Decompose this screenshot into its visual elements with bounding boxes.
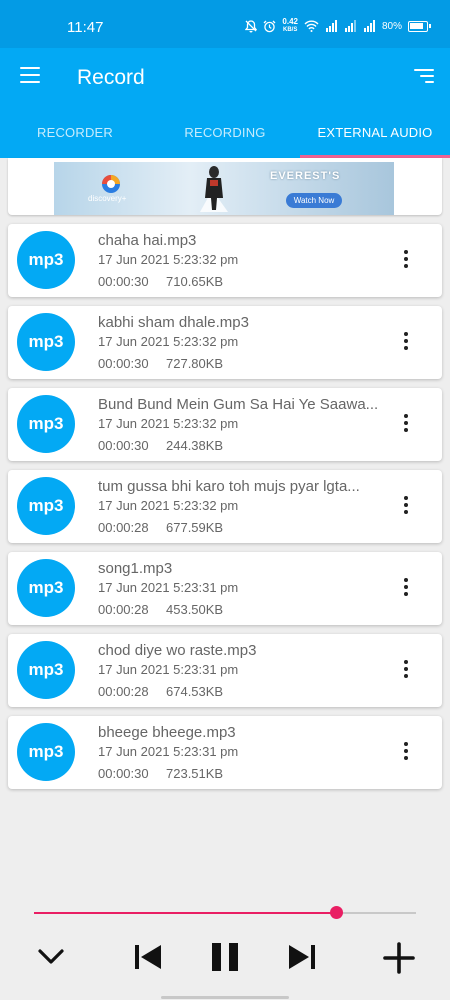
volte-signal-icon xyxy=(325,20,337,32)
ad-banner[interactable]: discovery+ EVEREST'S Watch Now xyxy=(54,162,394,215)
file-size: 453.50KB xyxy=(166,602,224,617)
skip-next-icon[interactable] xyxy=(287,943,317,971)
ad-headline: EVEREST'S xyxy=(270,170,341,182)
file-size: 727.80KB xyxy=(166,356,224,371)
app-bar: Record xyxy=(0,48,450,106)
list-item[interactable]: mp3 kabhi sham dhale.mp3 17 Jun 2021 5:2… xyxy=(8,306,442,379)
mp3-badge: mp3 xyxy=(17,723,75,781)
tab-recording[interactable]: RECORDING xyxy=(150,106,300,158)
climber-image xyxy=(200,166,228,212)
battery-icon xyxy=(408,20,431,32)
battery-percent: 80% xyxy=(381,20,402,32)
discovery-logo-icon xyxy=(102,175,120,193)
more-vert-icon[interactable] xyxy=(404,660,408,678)
list-item[interactable]: mp3 Bund Bund Mein Gum Sa Hai Ye Saawa..… xyxy=(8,388,442,461)
file-date: 17 Jun 2021 5:23:32 pm xyxy=(98,334,239,349)
network-speed-value: 0.42 xyxy=(282,17,298,26)
mp3-badge: mp3 xyxy=(17,559,75,617)
status-bar: 11:47 0.42 KB/S 80% xyxy=(0,0,450,48)
file-size: 677.59KB xyxy=(166,520,224,535)
mute-notification-icon xyxy=(245,19,258,32)
signal-icon xyxy=(344,20,356,32)
plus-icon[interactable] xyxy=(383,942,415,974)
more-vert-icon[interactable] xyxy=(404,496,408,514)
more-vert-icon[interactable] xyxy=(404,742,408,760)
tab-bar: RECORDER RECORDING EXTERNAL AUDIO xyxy=(0,106,450,158)
file-date: 17 Jun 2021 5:23:32 pm xyxy=(98,498,239,513)
audio-player xyxy=(0,890,450,1000)
file-duration: 00:00:28 xyxy=(98,602,149,617)
file-name: kabhi sham dhale.mp3 xyxy=(98,314,249,331)
file-duration: 00:00:30 xyxy=(98,438,149,453)
list-item[interactable]: mp3 tum gussa bhi karo toh mujs pyar lgt… xyxy=(8,470,442,543)
seek-bar[interactable] xyxy=(34,906,416,919)
file-date: 17 Jun 2021 5:23:31 pm xyxy=(98,580,239,595)
file-name: song1.mp3 xyxy=(98,560,173,577)
file-name: tum gussa bhi karo toh mujs pyar lgta... xyxy=(98,478,360,495)
file-duration: 00:00:30 xyxy=(98,356,149,371)
list-item[interactable]: mp3 bheege bheege.mp3 17 Jun 2021 5:23:3… xyxy=(8,716,442,789)
file-name: Bund Bund Mein Gum Sa Hai Ye Saawa... xyxy=(98,396,379,413)
file-name: bheege bheege.mp3 xyxy=(98,724,236,741)
page-title: Record xyxy=(77,66,145,89)
sort-icon[interactable] xyxy=(414,69,434,83)
status-icons: 0.42 KB/S 80% xyxy=(245,18,431,34)
more-vert-icon[interactable] xyxy=(404,414,408,432)
file-date: 17 Jun 2021 5:23:31 pm xyxy=(98,744,239,759)
ad-watch-now-button[interactable]: Watch Now xyxy=(286,193,342,208)
mp3-badge: mp3 xyxy=(17,641,75,699)
list-item[interactable]: mp3 chod diye wo raste.mp3 17 Jun 2021 5… xyxy=(8,634,442,707)
file-date: 17 Jun 2021 5:23:32 pm xyxy=(98,416,239,431)
seek-bar-progress xyxy=(34,912,336,914)
file-duration: 00:00:28 xyxy=(98,520,149,535)
mp3-badge: mp3 xyxy=(17,477,75,535)
alarm-icon xyxy=(263,20,276,32)
mp3-badge: mp3 xyxy=(17,313,75,371)
recording-list: mp3 chaha hai.mp3 17 Jun 2021 5:23:32 pm… xyxy=(8,224,442,798)
status-time: 11:47 xyxy=(67,19,104,36)
mp3-badge: mp3 xyxy=(17,231,75,289)
network-speed-unit: KB/S xyxy=(283,27,298,33)
more-vert-icon[interactable] xyxy=(404,578,408,596)
file-size: 244.38KB xyxy=(166,438,224,453)
list-item[interactable]: mp3 chaha hai.mp3 17 Jun 2021 5:23:32 pm… xyxy=(8,224,442,297)
pause-icon[interactable] xyxy=(210,941,240,973)
file-name: chod diye wo raste.mp3 xyxy=(98,642,257,659)
seek-bar-thumb[interactable] xyxy=(329,906,343,919)
signal-icon-2 xyxy=(363,20,375,32)
file-date: 17 Jun 2021 5:23:31 pm xyxy=(98,662,239,677)
file-duration: 00:00:30 xyxy=(98,274,149,289)
network-speed: 0.42 KB/S xyxy=(282,18,298,34)
file-size: 674.53KB xyxy=(166,684,224,699)
file-duration: 00:00:28 xyxy=(98,684,149,699)
file-size: 710.65KB xyxy=(166,274,224,289)
ad-card: discovery+ EVEREST'S Watch Now xyxy=(8,158,442,215)
tab-external-audio[interactable]: EXTERNAL AUDIO xyxy=(300,106,450,158)
file-duration: 00:00:30 xyxy=(98,766,149,781)
file-date: 17 Jun 2021 5:23:32 pm xyxy=(98,252,239,267)
more-vert-icon[interactable] xyxy=(404,250,408,268)
menu-icon[interactable] xyxy=(20,67,40,83)
navigation-handle xyxy=(161,996,289,999)
file-name: chaha hai.mp3 xyxy=(98,232,197,249)
file-size: 723.51KB xyxy=(166,766,224,781)
chevron-down-icon[interactable] xyxy=(37,948,65,966)
ad-brand: discovery+ xyxy=(88,194,127,203)
mp3-badge: mp3 xyxy=(17,395,75,453)
more-vert-icon[interactable] xyxy=(404,332,408,350)
tab-recorder[interactable]: RECORDER xyxy=(0,106,150,158)
wifi-icon xyxy=(304,20,319,32)
list-item[interactable]: mp3 song1.mp3 17 Jun 2021 5:23:31 pm 00:… xyxy=(8,552,442,625)
skip-previous-icon[interactable] xyxy=(133,943,163,971)
